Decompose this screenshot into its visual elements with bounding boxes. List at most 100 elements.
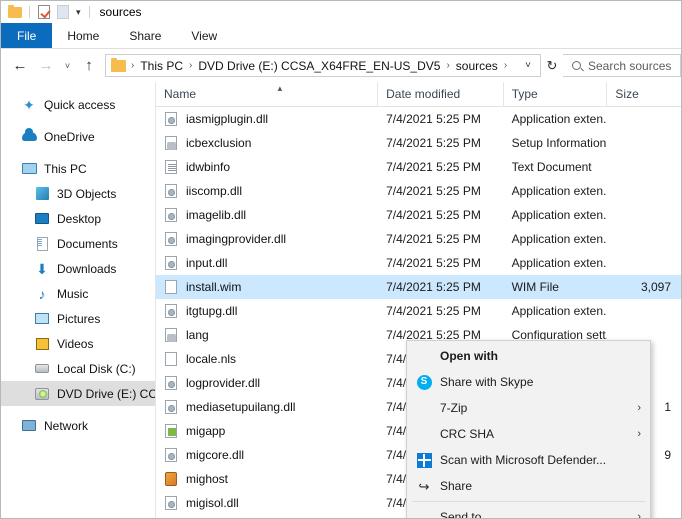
chevron-right-icon: › (637, 511, 641, 518)
table-row[interactable]: input.dll 7/4/2021 5:25 PM Application ext… (156, 251, 681, 275)
breadcrumb-item-this-pc[interactable]: This PC (139, 59, 184, 73)
column-header-name-label: Name (164, 87, 197, 101)
column-headers: Name ▴ Date modified Type Size (156, 82, 681, 107)
menu-item-share[interactable]: ↪ Share (407, 473, 650, 499)
table-row[interactable]: iiscomp.dll 7/4/2021 5:25 PM Application e… (156, 179, 681, 203)
file-name-cell: idwbinfo (156, 159, 378, 175)
menu-item-label: Scan with Microsoft Defender... (440, 453, 607, 467)
sidebar-item-videos[interactable]: Videos (1, 331, 155, 356)
breadcrumb-sep-1: › (189, 60, 193, 71)
menu-item-label: Share (440, 479, 473, 493)
table-row[interactable]: itgtupg.dll 7/4/2021 5:25 PM Application e… (156, 299, 681, 323)
computer-icon (21, 161, 37, 177)
up-button[interactable]: ↑ (76, 53, 102, 79)
file-name-label: iiscomp.dll (186, 184, 243, 198)
tab-file[interactable]: File (1, 23, 53, 48)
chevron-right-icon: › (637, 402, 641, 414)
breadcrumb-item-dvd-drive[interactable]: DVD Drive (E:) CCSA_X64FRE_EN-US_DV5 (197, 59, 441, 73)
column-header-size-label: Size (615, 87, 639, 101)
column-header-date-modified[interactable]: Date modified (378, 82, 504, 107)
file-explorer-window: ▾ sources File Home Share View ← → ˅ ↑ ›… (0, 0, 682, 519)
file-name-label: mediasetupuilang.dll (186, 400, 296, 414)
file-date-cell: 7/4/2021 5:25 PM (386, 208, 481, 222)
table-row[interactable]: imagingprovider.dll 7/4/2021 5:25 PM Appli… (156, 227, 681, 251)
back-button[interactable]: ← (7, 53, 33, 79)
menu-item-scan-with-microsoft-defender[interactable]: Scan with Microsoft Defender... (407, 447, 650, 473)
forward-button[interactable]: → (33, 53, 59, 79)
file-date-cell: 7/4/2021 5:25 PM (386, 256, 481, 270)
file-name-cell: mediasetupuilang.dll (156, 399, 378, 415)
column-header-size[interactable]: Size (607, 82, 681, 107)
qat-divider-2 (88, 6, 90, 18)
recent-locations-icon[interactable]: ˅ (59, 53, 76, 79)
sidebar-item-label: Downloads (57, 261, 117, 276)
sidebar-item-dvd-drive-e[interactable]: DVD Drive (E:) CCSA (1, 381, 155, 406)
file-date-cell: 7/4/2021 5:25 PM (386, 160, 481, 174)
file-name-cell: iasmigplugin.dll (156, 111, 378, 127)
menu-item-send-to[interactable]: Send to › (407, 504, 650, 518)
sidebar-item-documents[interactable]: Documents (1, 231, 155, 256)
column-header-type[interactable]: Type (504, 82, 608, 107)
file-type-dll-icon (164, 255, 179, 271)
tab-view[interactable]: View (176, 23, 232, 48)
table-row[interactable]: install.wim 7/4/2021 5:25 PM WIM File 3,097 (156, 275, 681, 299)
file-type-cell: WIM File (511, 280, 559, 294)
sidebar-item-onedrive[interactable]: OneDrive (1, 124, 155, 149)
file-type-txt-icon (164, 159, 179, 175)
file-type-plain-icon (164, 351, 179, 367)
file-type-plain-icon (164, 279, 179, 295)
sidebar-item-downloads[interactable]: ⬇ Downloads (1, 256, 155, 281)
file-date-cell: 7/4/2021 5:25 PM (386, 304, 481, 318)
sidebar-item-network[interactable]: Network (1, 413, 155, 438)
downloads-icon: ⬇ (36, 260, 48, 277)
sidebar-item-desktop[interactable]: Desktop (1, 206, 155, 231)
quick-access-folder-icon[interactable] (7, 4, 23, 20)
table-row[interactable]: idwbinfo 7/4/2021 5:25 PM Text Document (156, 155, 681, 179)
file-name-cell: install.wim (156, 279, 378, 295)
table-row[interactable]: imagelib.dll 7/4/2021 5:25 PM Application … (156, 203, 681, 227)
tab-file-label: File (17, 28, 37, 43)
column-header-type-label: Type (511, 87, 538, 101)
breadcrumb-dropdown-icon[interactable]: ˅ (516, 60, 540, 71)
menu-item-crc-sha[interactable]: CRC SHA › (407, 421, 650, 447)
properties-icon[interactable] (36, 4, 52, 20)
file-name-cell: icbexclusion (156, 135, 378, 151)
file-size-cell: 3,097 (640, 280, 672, 294)
menu-item-open-with[interactable]: Open with (407, 343, 650, 369)
sidebar-item-local-disk-c[interactable]: Local Disk (C:) (1, 356, 155, 381)
menu-item-7-zip[interactable]: 7-Zip › (407, 395, 650, 421)
search-icon (572, 61, 581, 70)
file-name-label: install.wim (186, 280, 242, 294)
chevron-down-icon[interactable]: ▾ (74, 7, 83, 17)
file-name-label: migisol.dll (186, 496, 239, 510)
desktop-icon (34, 211, 50, 227)
blank-icon[interactable] (55, 4, 71, 20)
sidebar-item-music[interactable]: ♪ Music (1, 281, 155, 306)
table-row[interactable]: iasmigplugin.dll 7/4/2021 5:25 PM Applicat… (156, 107, 681, 131)
tab-share[interactable]: Share (114, 23, 176, 48)
sidebar-item-label: Desktop (57, 211, 102, 226)
sidebar-item-pictures[interactable]: Pictures (1, 306, 155, 331)
cloud-icon (21, 128, 37, 145)
file-date-cell: 7/4/2021 5:25 PM (386, 136, 481, 150)
sidebar-item-3d-objects[interactable]: 3D Objects (1, 181, 155, 206)
file-date-cell: 7/4/2021 5:25 PM (386, 112, 481, 126)
file-type-dll-icon (164, 303, 179, 319)
sidebar-item-quick-access[interactable]: ✦ Quick access (1, 92, 155, 117)
breadcrumb[interactable]: › This PC › DVD Drive (E:) CCSA_X64FRE_E… (105, 54, 541, 77)
file-type-cell: Text Document (511, 160, 592, 174)
file-type-dll-icon (164, 495, 179, 511)
file-type-cell: Application exten... (511, 208, 608, 222)
context-menu: Open with S Share with Skype 7-Zip › CRC SHA ›… (406, 340, 651, 518)
breadcrumb-sep-3: › (503, 60, 508, 71)
breadcrumb-item-sources[interactable]: sources (455, 59, 499, 73)
file-name-label: imagingprovider.dll (186, 232, 287, 246)
refresh-icon[interactable]: ↻ (541, 58, 563, 74)
column-header-name[interactable]: Name ▴ (156, 82, 379, 107)
table-row[interactable]: icbexclusion 7/4/2021 5:25 PM Setup Inform… (156, 131, 681, 155)
sidebar-item-this-pc[interactable]: This PC (1, 156, 155, 181)
file-name-label: itgtupg.dll (186, 304, 238, 318)
search-input[interactable]: Search sources (563, 54, 681, 77)
menu-item-share-with-skype[interactable]: S Share with Skype (407, 369, 650, 395)
tab-home[interactable]: Home (52, 23, 114, 48)
